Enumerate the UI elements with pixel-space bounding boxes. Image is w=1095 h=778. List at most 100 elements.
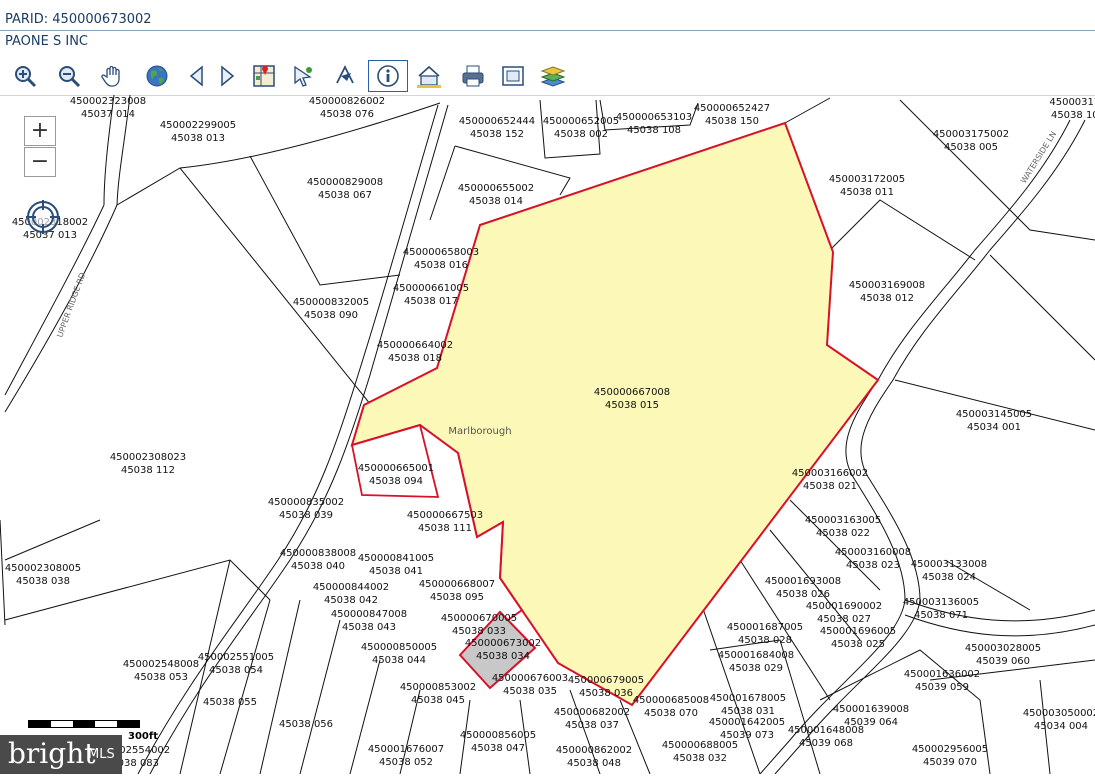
parcel-id-label: 450001684008 — [718, 650, 794, 661]
bright-mls-watermark: bright MLS — [0, 735, 122, 774]
map-extent-tool-button[interactable] — [249, 61, 279, 91]
parcel-id-label: 450003160008 — [835, 547, 911, 558]
map-icon — [253, 65, 275, 87]
parcel-account-label: 45038 016 — [414, 260, 468, 271]
parcel-account-label: 45038 002 — [554, 129, 608, 140]
zoom-in-button[interactable]: + — [24, 116, 56, 146]
parcel-account-label: 45038 039 — [279, 510, 333, 521]
parcel-id-label: 450003169008 — [849, 280, 925, 291]
parcel-id-label: 450000652005 — [543, 116, 619, 127]
place-label: Marlborough — [448, 426, 511, 437]
parcel-account-label: 45038 044 — [372, 655, 426, 666]
parcel-id-label: 450002551005 — [198, 652, 274, 663]
parcel-id-label: 450003133008 — [911, 559, 987, 570]
measure-icon — [336, 64, 354, 84]
parcel-account-label: 45038 011 — [840, 187, 894, 198]
owner-header: PAONE S INC — [0, 31, 1095, 56]
parcel-account-label: 45038 054 — [209, 665, 263, 676]
parcel-account-label: 45038 023 — [846, 560, 900, 571]
parcel-account-label: 45038 102 — [1051, 110, 1095, 121]
zoom-out-button[interactable]: − — [24, 147, 56, 177]
road-label-upper-ridge: UPPER RIDGE RD — [55, 271, 87, 338]
locate-button[interactable] — [25, 199, 61, 235]
parcel-account-label: 45038 037 — [565, 720, 619, 731]
parcel-buffer-tool-button[interactable] — [414, 61, 444, 91]
map-toolbar — [0, 58, 1095, 96]
parcel-account-label: 45034 001 — [967, 422, 1021, 433]
globe-icon — [146, 65, 168, 87]
forward-tool-button[interactable] — [212, 61, 242, 91]
measure-tool-button[interactable] — [330, 61, 360, 91]
parcel-account-label: 45039 060 — [976, 656, 1030, 667]
parcel-account-label: 45038 041 — [369, 566, 423, 577]
zoom-out-tool-button[interactable] — [54, 61, 84, 91]
parcel-id-label: 450001687005 — [727, 622, 803, 633]
parcel-account-label: 45038 112 — [121, 465, 175, 476]
parcel-id-label: 450003176 — [1049, 97, 1095, 108]
parcel-id-label: 450000850005 — [361, 642, 437, 653]
parcel-id-label: 450000670005 — [441, 613, 517, 624]
parcel-account-label: 45038 150 — [705, 116, 759, 127]
parcel-account-label: 45038 013 — [171, 133, 225, 144]
parcel-account-label: 45038 027 — [817, 614, 871, 625]
parcel-id-label: 450003172005 — [829, 174, 905, 185]
parcel-id-label: 450002308023 — [110, 452, 186, 463]
parcel-account-label: 45038 026 — [776, 589, 830, 600]
parcel-account-label: 45038 032 — [673, 753, 727, 764]
parcel-account-label: 45038 012 — [860, 293, 914, 304]
parcel-id-label: 450003175002 — [933, 129, 1009, 140]
parcel-account-label: 45038 015 — [605, 400, 659, 411]
parcel-account-label: 45038 022 — [816, 528, 870, 539]
parcel-account-label: 45038 038 — [16, 576, 70, 587]
layers-icon — [540, 66, 566, 87]
identify-tool-button[interactable] — [368, 60, 408, 92]
zoom-out-icon — [59, 66, 81, 88]
parcel-id-label: 450000838008 — [280, 548, 356, 559]
parcel-id-label: 450000862002 — [556, 745, 632, 756]
arrow-right-icon — [221, 65, 235, 87]
back-tool-button[interactable] — [182, 61, 212, 91]
parcel-account-label: 45038 029 — [729, 663, 783, 674]
frame-icon — [502, 66, 524, 86]
watermark-logo: bright — [8, 737, 96, 770]
zoom-in-tool-button[interactable] — [10, 61, 40, 91]
printer-icon — [462, 65, 484, 87]
parcel-id-label: 450001636002 — [904, 669, 980, 680]
parcel-id-label: 450000829008 — [307, 177, 383, 188]
layers-tool-button[interactable] — [538, 61, 568, 91]
parcel-id-label: 450000844002 — [313, 582, 389, 593]
arrow-left-icon — [189, 65, 203, 87]
select-arrow-icon — [294, 65, 312, 87]
parcel-account-label: 45039 068 — [799, 738, 853, 749]
print-tool-button[interactable] — [458, 61, 488, 91]
parcel-account-label: 45038 053 — [134, 672, 188, 683]
parcel-account-label: 45038 052 — [379, 757, 433, 768]
parcel-account-label: 45037 014 — [81, 109, 135, 120]
parcel-id-label: 450000652444 — [459, 116, 535, 127]
parcel-id-label: 450003163005 — [805, 515, 881, 526]
parcel-map-canvas[interactable]: 450002323008 45037 014 450000826002 45038 0… — [0, 94, 1095, 775]
parcel-id-label: 450003136005 — [903, 597, 979, 608]
parcel-account-label: 45038 034 — [476, 651, 530, 662]
parcel-id-label: 450001642005 — [709, 717, 785, 728]
parcel-id-label: 450001648008 — [788, 725, 864, 736]
parcel-id-label: 450000826002 — [309, 96, 385, 107]
pan-tool-button[interactable] — [98, 61, 128, 91]
full-extent-tool-button[interactable] — [142, 61, 172, 91]
parcel-id-label: 450003028005 — [965, 643, 1041, 654]
parcel-id-label: 450001639008 — [833, 704, 909, 715]
parcel-id-label: 450000653103 — [616, 112, 692, 123]
parcel-account-label: 45038 111 — [418, 523, 472, 534]
parcel-id-label: 450000658003 — [403, 247, 479, 258]
export-tool-button[interactable] — [498, 61, 528, 91]
zoom-in-icon — [15, 66, 37, 88]
parcel-account-label: 45038 036 — [579, 688, 633, 699]
subject-parcel[interactable] — [350, 121, 880, 707]
parcel-id-label: 450001693008 — [765, 576, 841, 587]
parcel-account-label: 45039 070 — [923, 757, 977, 768]
parcel-id-label: 450000853002 — [400, 682, 476, 693]
select-tool-button[interactable] — [288, 61, 318, 91]
parcel-account-label: 45038 071 — [914, 610, 968, 621]
parcel-account-label: 45038 094 — [369, 476, 423, 487]
parcel-map[interactable]: 450002323008 45037 014 450000826002 45038 0… — [0, 94, 1095, 775]
